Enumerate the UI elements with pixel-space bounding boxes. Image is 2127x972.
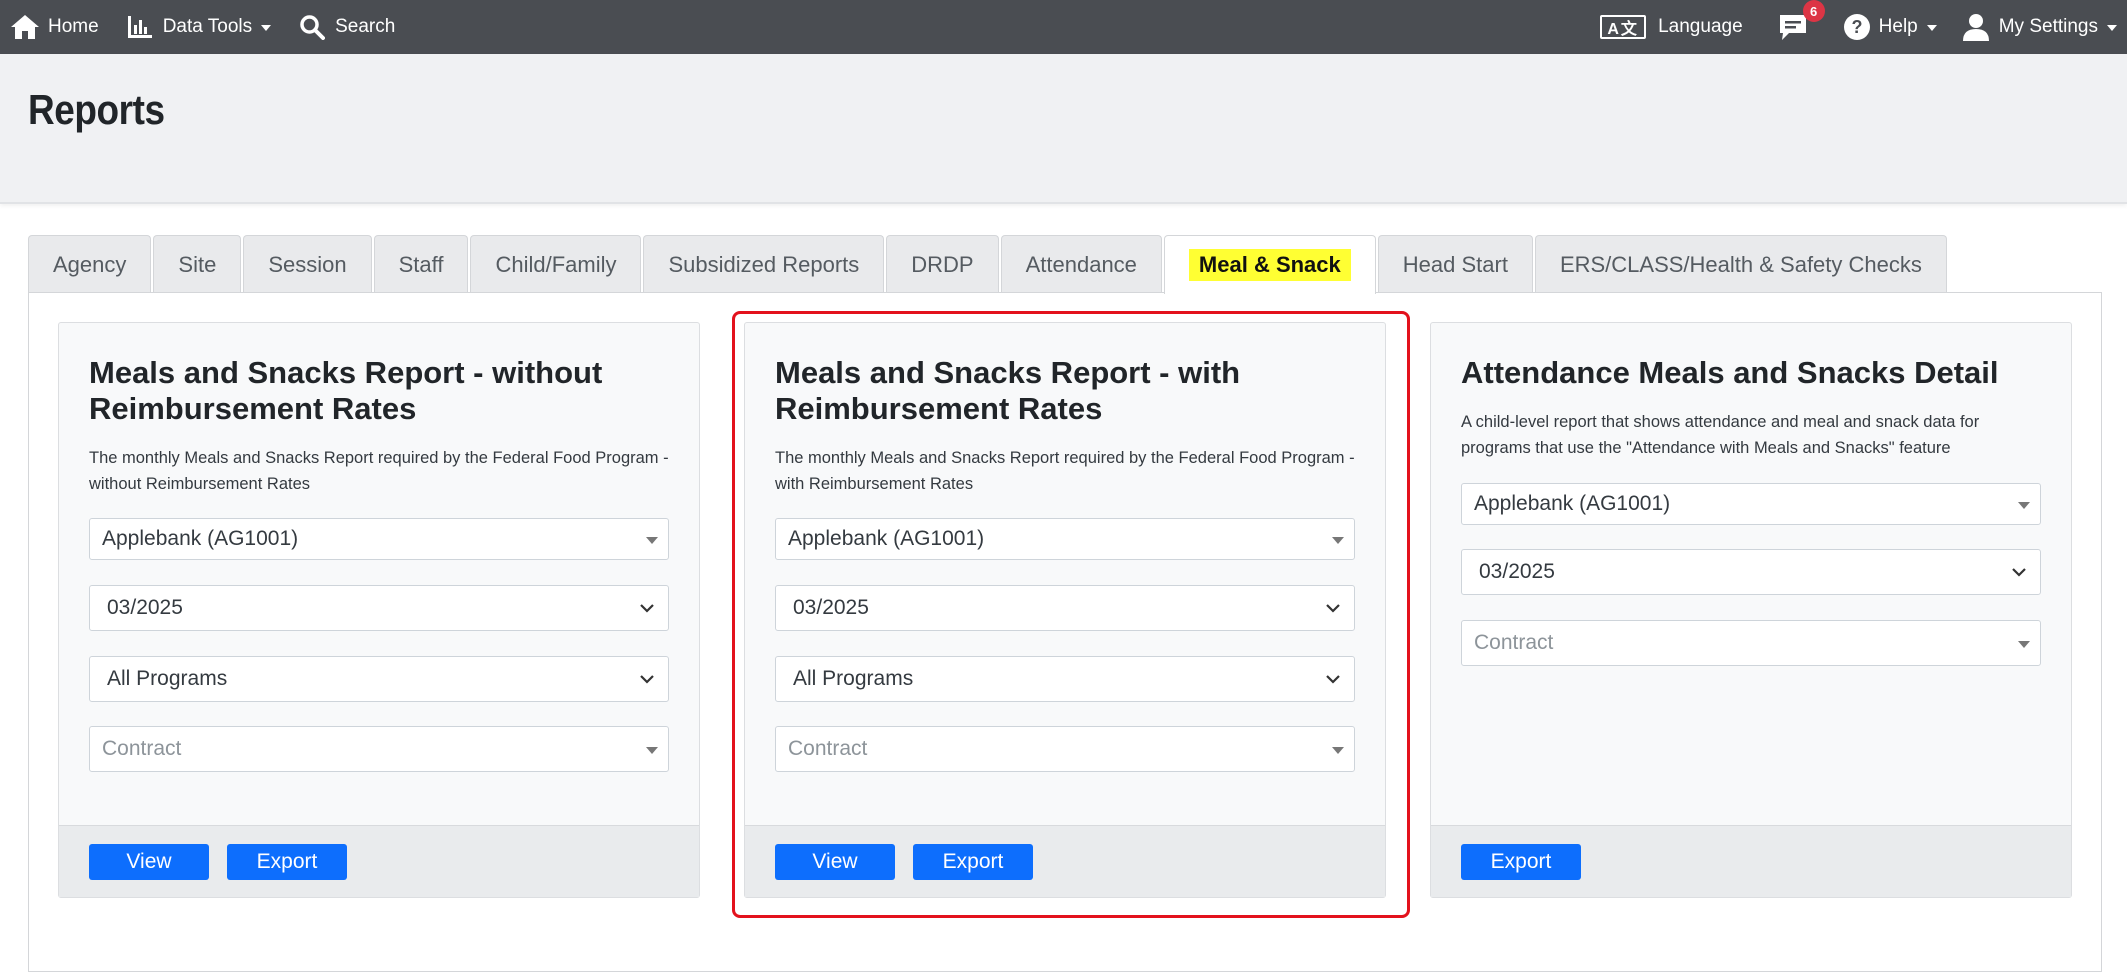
report-tabs: Agency Site Session Staff Child/Family S… xyxy=(28,235,1949,294)
tab-drdp[interactable]: DRDP xyxy=(886,235,999,293)
tab-meal-snack[interactable]: Meal & Snack xyxy=(1163,235,1376,294)
program-select-value: All Programs xyxy=(793,667,914,690)
translate-icon: A文 xyxy=(1600,15,1647,39)
agency-select[interactable]: Applebank (AG1001) xyxy=(775,518,1355,560)
nav-help-label: Help xyxy=(1878,16,1918,37)
caret-down-icon xyxy=(646,537,658,544)
chevron-down-icon xyxy=(2107,25,2117,31)
chevron-down-icon xyxy=(640,675,654,684)
top-navbar: Home Data Tools Search A文 Language 6 ? H… xyxy=(0,0,2127,54)
tab-meal-snack-label: Meal & Snack xyxy=(1188,249,1351,281)
nav-data-tools-label: Data Tools xyxy=(162,16,253,37)
tab-site[interactable]: Site xyxy=(153,235,242,293)
nav-settings-label: My Settings xyxy=(1998,16,2098,37)
tab-attendance[interactable]: Attendance xyxy=(1000,235,1162,293)
help-circle-icon: ? xyxy=(1843,14,1870,40)
tab-head-start[interactable]: Head Start xyxy=(1377,235,1533,293)
chevron-down-icon xyxy=(261,25,272,31)
month-select-value: 03/2025 xyxy=(793,596,869,619)
agency-select-value: Applebank (AG1001) xyxy=(1474,492,1671,515)
card-footer: View Export xyxy=(745,825,1385,897)
contract-select-placeholder: Contract xyxy=(1474,631,1554,654)
view-button[interactable]: View xyxy=(89,844,209,880)
agency-select-value: Applebank (AG1001) xyxy=(102,527,299,550)
card-footer: Export xyxy=(1431,825,2071,897)
tab-staff[interactable]: Staff xyxy=(373,235,469,293)
card-description: A child-level report that shows attendan… xyxy=(1461,413,1980,457)
agency-select[interactable]: Applebank (AG1001) xyxy=(1461,483,2041,525)
nav-search[interactable]: Search xyxy=(299,14,395,40)
card-title: Meals and Snacks Report - without Reimbu… xyxy=(89,355,603,426)
caret-down-icon xyxy=(2018,641,2030,648)
contract-select[interactable]: Contract xyxy=(1461,620,2041,666)
chevron-down-icon xyxy=(2012,568,2026,577)
agency-select[interactable]: Applebank (AG1001) xyxy=(89,518,669,560)
tab-subsidized-reports[interactable]: Subsidized Reports xyxy=(643,235,885,293)
program-select[interactable]: All Programs xyxy=(775,656,1355,702)
tab-ers-class-health-safety[interactable]: ERS/CLASS/Health & Safety Checks xyxy=(1534,235,1947,293)
user-icon xyxy=(1962,14,1989,41)
report-card-without-rates: Meals and Snacks Report - without Reimbu… xyxy=(58,322,700,898)
tab-child-family[interactable]: Child/Family xyxy=(470,235,642,293)
caret-down-icon xyxy=(646,747,658,754)
nav-right-group: A文 Language 6 ? Help My Settings xyxy=(1600,0,2127,54)
caret-down-icon xyxy=(1332,747,1344,754)
page-title: Reports xyxy=(28,86,165,133)
nav-language-label: Language xyxy=(1658,16,1743,37)
month-select-value: 03/2025 xyxy=(107,596,183,619)
nav-left-group: Home Data Tools Search xyxy=(10,0,395,54)
month-select[interactable]: 03/2025 xyxy=(775,585,1355,631)
card-title: Meals and Snacks Report - with Reimburse… xyxy=(775,355,1241,426)
caret-down-icon xyxy=(2018,502,2030,509)
bar-chart-icon xyxy=(127,16,152,38)
program-select[interactable]: All Programs xyxy=(89,656,669,702)
month-select-value: 03/2025 xyxy=(1479,560,1555,583)
tab-agency[interactable]: Agency xyxy=(28,235,152,293)
tab-session[interactable]: Session xyxy=(243,235,372,293)
nav-language[interactable]: A文 Language xyxy=(1600,15,1743,39)
nav-my-settings[interactable]: My Settings xyxy=(1962,13,2117,41)
chevron-down-icon xyxy=(1326,604,1340,613)
notification-badge: 6 xyxy=(1802,0,1825,22)
month-select[interactable]: 03/2025 xyxy=(1461,549,2041,595)
chevron-down-icon xyxy=(640,604,654,613)
caret-down-icon xyxy=(1332,537,1344,544)
report-card-with-rates: Meals and Snacks Report - with Reimburse… xyxy=(744,322,1386,898)
chevron-down-icon xyxy=(1926,25,1937,31)
page-header: Reports xyxy=(0,54,2127,204)
program-select-value: All Programs xyxy=(107,667,228,690)
export-button[interactable]: Export xyxy=(913,844,1033,880)
card-title: Attendance Meals and Snacks Detail xyxy=(1461,355,1999,390)
home-icon xyxy=(11,15,39,39)
nav-data-tools[interactable]: Data Tools xyxy=(127,15,272,39)
contract-select-placeholder: Contract xyxy=(788,737,868,760)
nav-home-label: Home xyxy=(48,16,99,37)
nav-help[interactable]: ? Help xyxy=(1843,13,1937,41)
nav-search-label: Search xyxy=(335,16,396,37)
card-description: The monthly Meals and Snacks Report requ… xyxy=(775,449,1355,493)
chevron-down-icon xyxy=(1326,675,1340,684)
contract-select[interactable]: Contract xyxy=(89,726,669,772)
card-description: The monthly Meals and Snacks Report requ… xyxy=(89,449,669,493)
nav-notifications[interactable]: 6 xyxy=(1777,0,1825,42)
export-button[interactable]: Export xyxy=(227,844,347,880)
search-icon xyxy=(300,15,326,40)
export-button[interactable]: Export xyxy=(1461,844,1581,880)
contract-select[interactable]: Contract xyxy=(775,726,1355,772)
nav-home[interactable]: Home xyxy=(10,14,99,40)
svg-text:?: ? xyxy=(1851,17,1862,37)
contract-select-placeholder: Contract xyxy=(102,737,182,760)
month-select[interactable]: 03/2025 xyxy=(89,585,669,631)
agency-select-value: Applebank (AG1001) xyxy=(788,527,985,550)
card-footer: View Export xyxy=(59,825,699,897)
view-button[interactable]: View xyxy=(775,844,895,880)
report-card-attendance-detail: Attendance Meals and Snacks Detail A chi… xyxy=(1430,322,2072,898)
